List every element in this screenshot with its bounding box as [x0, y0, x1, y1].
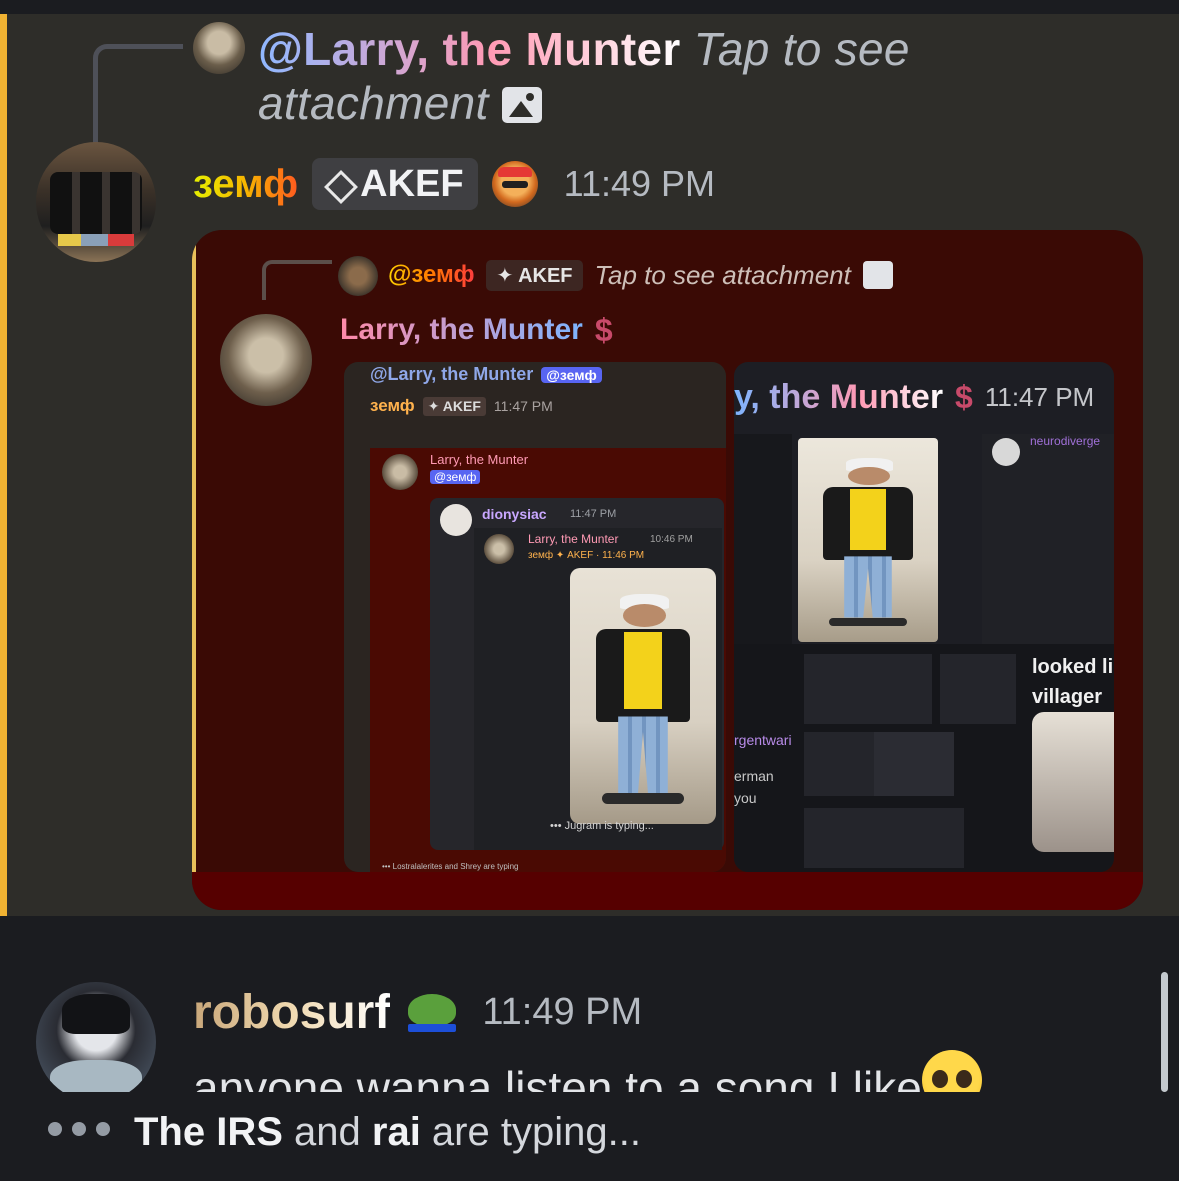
reply-preview[interactable]: @Larry, the Munter Tap to see attachment — [258, 22, 1138, 130]
nested-username: земф — [370, 396, 415, 415]
figure-legs — [618, 716, 668, 794]
pleading-face-icon — [921, 1050, 982, 1092]
embedded-reply-preview: @земф ✦ AKEF Tap to see attachment — [388, 256, 893, 294]
mentioned-message[interactable]: @Larry, the Munter Tap to see attachment… — [0, 14, 1179, 916]
image-attachment[interactable]: @земф ✦ AKEF Tap to see attachment Larry… — [192, 230, 1143, 910]
embedded-reply-badge: ✦ AKEF — [486, 259, 583, 291]
nested-reply-row: @Larry, the Munter @земф — [370, 364, 602, 385]
nested-badge: ✦ AKEF — [422, 396, 486, 416]
caption-line-1: looked li — [1032, 656, 1114, 678]
nested-reply-mention: @Larry, the Munter — [370, 364, 534, 384]
nested-dollar-icon: $ — [955, 379, 973, 415]
deep-avatar — [484, 534, 514, 564]
embedded-author-name: Larry, the Munter — [340, 313, 583, 346]
figure-shoes — [602, 793, 684, 804]
frag-3: you — [734, 790, 757, 806]
scrollbar[interactable] — [1161, 972, 1168, 1092]
nested-right-column — [734, 434, 792, 644]
author-avatar[interactable] — [36, 142, 156, 262]
figure-shirt — [849, 489, 887, 551]
reply-mention[interactable]: @Larry, the Munter — [258, 23, 681, 75]
embedded-reply-avatar — [338, 256, 378, 296]
image-icon — [501, 87, 542, 123]
nested-dark-panel: dionysiac 11:47 PM Larry, the Munter 10:… — [430, 498, 724, 850]
dionysiac-avatar — [440, 504, 472, 536]
nested-right-name: y, the Munter — [734, 378, 944, 416]
deep-name: Larry, the Munter — [528, 532, 619, 546]
guild-tag-badge[interactable]: AKEF — [312, 158, 478, 210]
grid-cell — [940, 654, 1016, 724]
role-emoji-icon — [491, 161, 538, 207]
frag-2: erman — [734, 768, 774, 784]
typing-mid: and — [282, 1110, 372, 1154]
reply-connector — [93, 44, 183, 148]
nested-right-header: y, the Munter $ 11:47 PM — [734, 378, 1094, 417]
nested-right-image — [1032, 712, 1114, 852]
embedded-author-avatar — [220, 314, 312, 406]
message2-header: robosurf 11:49 PM — [193, 982, 642, 1042]
robosurf-name[interactable]: robosurf — [193, 985, 390, 1040]
typing-dots-icon — [48, 1122, 110, 1136]
embedded-reply-attachment: Tap to see attachment — [594, 259, 851, 290]
nested-deep-panel: Larry, the Munter 10:46 PM земф ✦ AKEF ·… — [474, 528, 722, 850]
nested-right-side: neurodiverge — [982, 434, 1114, 646]
figure-legs — [844, 556, 892, 618]
embedded-mention-bar — [192, 230, 196, 872]
robosurf-avatar[interactable] — [36, 982, 156, 1102]
typing-tail: are typing... — [420, 1110, 641, 1154]
embedded-author-row: Larry, the Munter $ — [340, 310, 613, 350]
nested-mention-chip: @земф — [541, 366, 602, 383]
typing-indicator: The IRS and rai are typing... — [0, 1092, 1179, 1181]
message2-body[interactable]: anyone wanna listen to a song I like — [193, 1050, 1153, 1092]
nested-inner-avatar — [382, 454, 418, 490]
deep-time: 10:46 PM — [650, 534, 693, 545]
embedded-reply-mention: @земф — [388, 261, 475, 288]
grid-cell — [874, 732, 954, 796]
reply-avatar[interactable] — [193, 22, 245, 74]
dionysiac-name: dionysiac — [482, 506, 547, 522]
diamond-icon — [324, 170, 352, 198]
typing-user-2: rai — [371, 1110, 421, 1154]
figure-head — [848, 466, 891, 485]
typing-text: The IRS and rai are typing... — [134, 1110, 641, 1155]
embedded-image-icon — [862, 261, 893, 289]
mention-highlight-bar — [0, 14, 7, 916]
nested-right-time: 11:47 PM — [984, 382, 1095, 412]
deep-sub: земф ✦ AKEF · 11:46 PM — [528, 550, 645, 561]
figure-head — [622, 603, 667, 627]
frog-icon — [404, 990, 460, 1034]
deep-typing: ••• Jugram is typing... — [550, 820, 654, 832]
frag-1: rgentwari — [734, 732, 792, 748]
photo-costume-2 — [798, 438, 938, 642]
message2-text: anyone wanna listen to a song I like — [193, 1062, 922, 1092]
embedded-reply-connector — [262, 260, 332, 300]
side-name: neurodiverge — [1030, 434, 1101, 448]
nested-time: 11:47 PM — [493, 398, 553, 414]
message2-timestamp: 11:49 PM — [482, 990, 643, 1033]
caption-line-2: villager — [1032, 686, 1103, 708]
guild-tag-label: AKEF — [360, 162, 464, 205]
side-avatar — [992, 438, 1020, 466]
photo-costume — [570, 568, 716, 824]
nested-right-caption: looked li villager — [1032, 652, 1113, 712]
figure-shoes — [828, 617, 908, 626]
nested-header-row: земф ✦ AKEF 11:47 PM — [370, 396, 553, 416]
figure-shirt — [624, 632, 662, 709]
author-name[interactable]: земф — [193, 162, 298, 207]
embedded-bottom-strip — [192, 872, 1143, 910]
message-timestamp: 11:49 PM — [563, 163, 716, 204]
nested-inner-message: Larry, the Munter @земф dionysiac 11:47 … — [370, 448, 726, 872]
dionysiac-time: 11:47 PM — [570, 508, 617, 520]
top-strip — [0, 0, 1179, 14]
nested-inner-chip: @земф — [430, 470, 481, 484]
dollar-icon: $ — [594, 311, 613, 348]
typing-user-1: The IRS — [134, 1110, 283, 1154]
nested-screenshot-right: y, the Munter $ 11:47 PM neurodiverge lo… — [734, 362, 1114, 872]
message-header: земф AKEF 11:49 PM — [193, 156, 715, 212]
grid-cell — [804, 808, 964, 868]
nested-inner-name: Larry, the Munter — [430, 452, 529, 467]
nested-screenshot-left: @Larry, the Munter @земф земф ✦ AKEF 11:… — [344, 362, 726, 872]
grid-cell — [804, 654, 932, 724]
nested-typing: ••• Lostralalerites and Shrey are typing — [382, 862, 519, 871]
